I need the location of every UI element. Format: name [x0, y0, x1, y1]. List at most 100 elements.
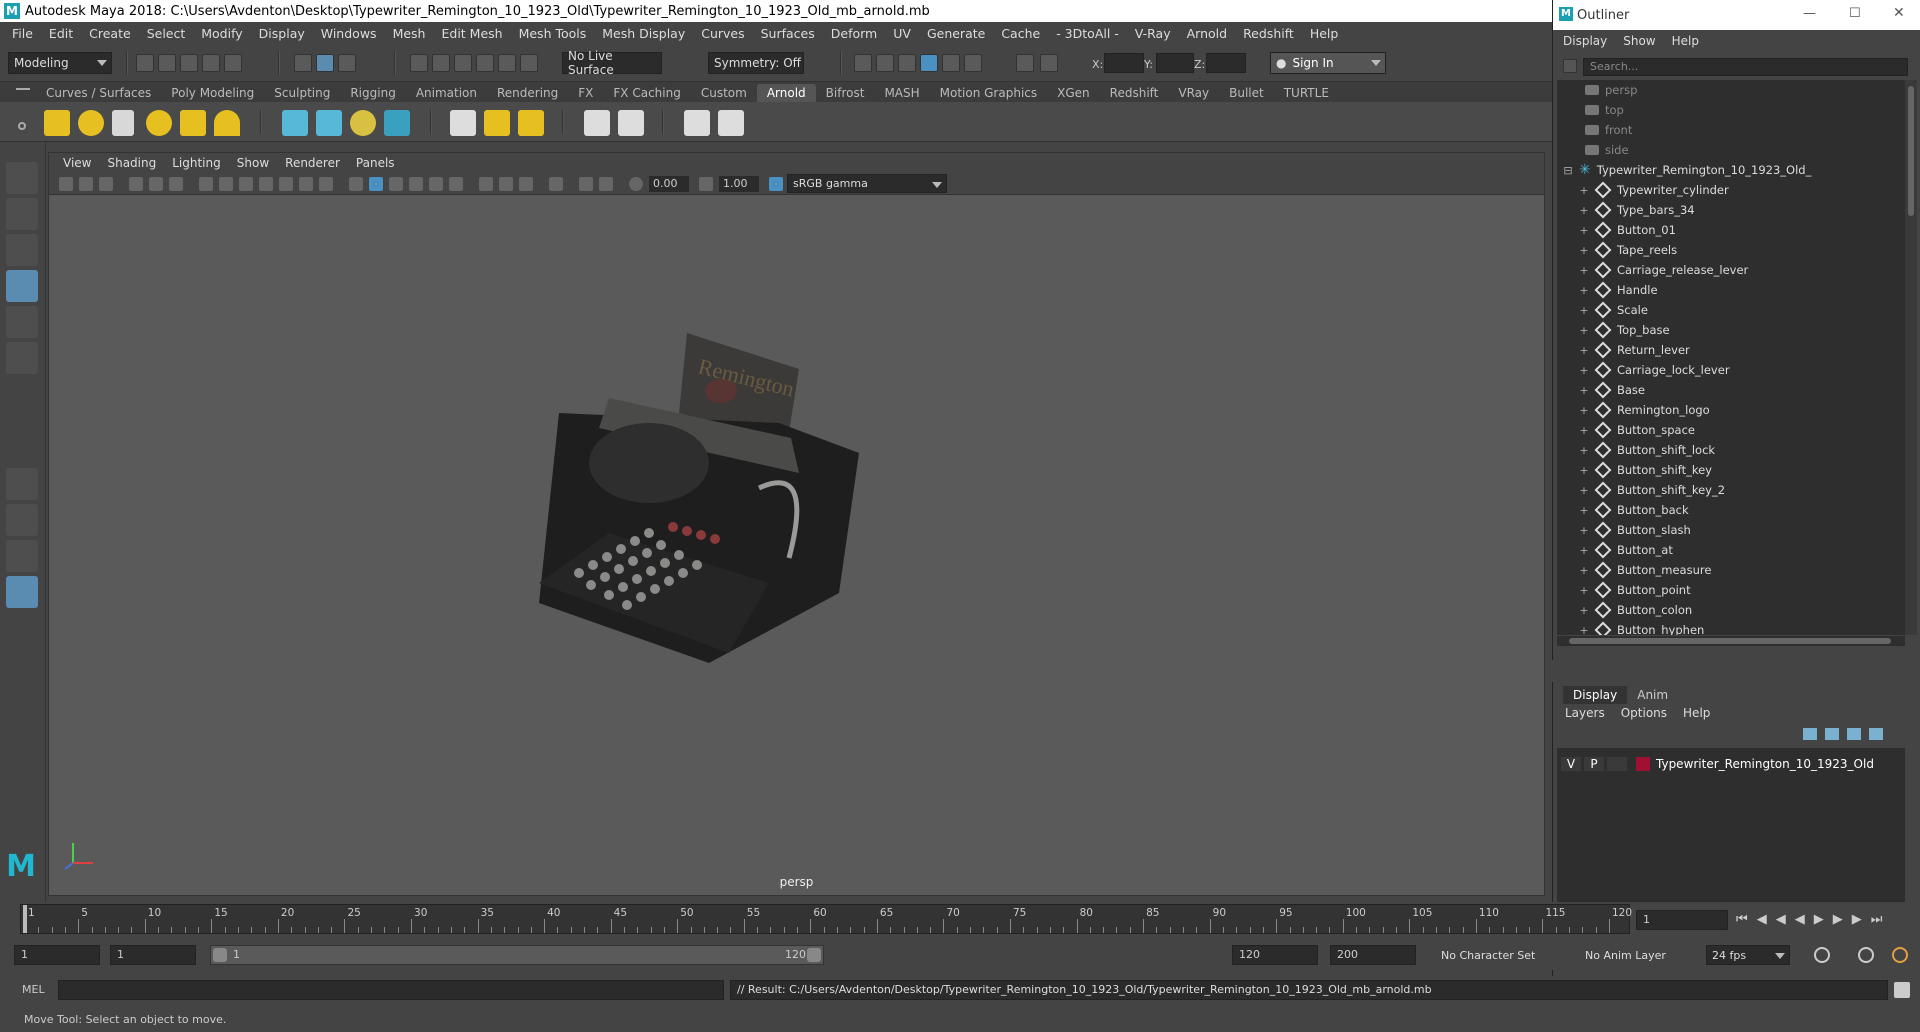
move-tool-icon[interactable]: [6, 270, 38, 302]
loop-icon[interactable]: [1814, 947, 1830, 963]
new-layer-icon[interactable]: [1847, 728, 1861, 740]
unflip-icon[interactable]: [518, 110, 544, 136]
sign-in-button[interactable]: ● Sign In: [1270, 52, 1386, 74]
outliner-vscrollbar[interactable]: [1905, 80, 1917, 635]
menu-create[interactable]: Create: [81, 26, 139, 41]
viewport-menu-show[interactable]: Show: [229, 156, 277, 170]
menu-windows[interactable]: Windows: [313, 26, 385, 41]
render-shelf-icon[interactable]: [718, 110, 744, 136]
outliner-item-button-shift-key[interactable]: + Button_shift_key: [1557, 460, 1905, 480]
physical-sky-icon[interactable]: [214, 110, 240, 136]
expand-icon[interactable]: +: [1579, 304, 1589, 317]
time-slider[interactable]: 1 5 10 15 20 25 30 35 40 45 50 55 60 65 70 75 80 85 90 95 10…: [0, 902, 1920, 940]
shelf-tab-rigging[interactable]: Rigging: [340, 84, 405, 102]
curve-collector-icon[interactable]: [350, 110, 376, 136]
shelf-tab-motion-graphics[interactable]: Motion Graphics: [930, 84, 1048, 102]
menu-deform[interactable]: Deform: [823, 26, 885, 41]
render-view-icon[interactable]: [854, 54, 872, 72]
step-back-frame-icon[interactable]: ◀: [1757, 912, 1767, 927]
spot-light-icon[interactable]: [112, 110, 134, 136]
shelf-tab-sculpting[interactable]: Sculpting: [264, 84, 340, 102]
scene-start-field[interactable]: 1: [14, 945, 100, 965]
play-backward-icon[interactable]: ◀: [1795, 912, 1805, 927]
gamma-icon[interactable]: [699, 177, 713, 191]
outliner-menu-show[interactable]: Show: [1623, 34, 1655, 48]
menu-mesh-tools[interactable]: Mesh Tools: [511, 26, 595, 41]
menu-mesh-display[interactable]: Mesh Display: [594, 26, 693, 41]
expand-icon[interactable]: +: [1579, 604, 1589, 617]
new-layer-selected-icon[interactable]: [1869, 728, 1883, 740]
shelf-tab-redshift[interactable]: Redshift: [1100, 84, 1169, 102]
outliner-item-group[interactable]: ⊟ ✳ Typewriter_Remington_10_1923_Old_: [1557, 160, 1905, 180]
time-ruler[interactable]: 1 5 10 15 20 25 30 35 40 45 50 55 60 65 70 75 80 85 90 95 10…: [20, 904, 1632, 934]
select-object-icon[interactable]: [316, 54, 334, 72]
outliner-item-button-shift-key-2[interactable]: + Button_shift_key_2: [1557, 480, 1905, 500]
gamma-field[interactable]: 1.00: [719, 176, 759, 192]
snap-grid-icon[interactable]: [410, 54, 428, 72]
menu-edit-mesh[interactable]: Edit Mesh: [433, 26, 510, 41]
menu-cache[interactable]: Cache: [993, 26, 1048, 41]
shelf-tab-custom[interactable]: Custom: [691, 84, 757, 102]
expand-icon[interactable]: +: [1579, 464, 1589, 477]
shelf-tab-rendering[interactable]: Rendering: [487, 84, 568, 102]
film-gate-icon[interactable]: [219, 177, 233, 191]
maximize-icon[interactable]: ☐: [1849, 6, 1861, 21]
outliner-item-button-measure[interactable]: + Button_measure: [1557, 560, 1905, 580]
shelf-tab-turtle[interactable]: TURTLE: [1274, 84, 1339, 102]
outliner-item-front[interactable]: front: [1557, 120, 1905, 140]
shelf-settings-icon[interactable]: [18, 122, 26, 130]
outliner-item-return-lever[interactable]: + Return_lever: [1557, 340, 1905, 360]
select-hierarchy-icon[interactable]: [294, 54, 312, 72]
shelf-menu-icon[interactable]: [16, 88, 30, 90]
hypershade-icon[interactable]: [964, 54, 982, 72]
shelf-tab-curves-surfaces[interactable]: Curves / Surfaces: [36, 84, 161, 102]
expand-icon[interactable]: +: [1579, 504, 1589, 517]
menu-redshift[interactable]: Redshift: [1235, 26, 1302, 41]
step-forward-key-icon[interactable]: ▶: [1833, 912, 1843, 927]
anti-aliasing-icon[interactable]: [519, 177, 533, 191]
outliner-item-button-slash[interactable]: + Button_slash: [1557, 520, 1905, 540]
flip-icon[interactable]: [484, 110, 510, 136]
shelf-tab-mash[interactable]: MASH: [874, 84, 929, 102]
shelf-tab-fx[interactable]: FX: [568, 84, 603, 102]
menu-display[interactable]: Display: [251, 26, 313, 41]
transform-mode-icon[interactable]: [1040, 54, 1058, 72]
xray-icon[interactable]: [579, 177, 593, 191]
menu-select[interactable]: Select: [139, 26, 194, 41]
outliner-search-input[interactable]: Search...: [1583, 58, 1908, 76]
menu-v-ray[interactable]: V-Ray: [1127, 26, 1179, 41]
rotate-tool-icon[interactable]: [6, 306, 38, 338]
outliner-item-carriage-lock-lever[interactable]: + Carriage_lock_lever: [1557, 360, 1905, 380]
area-light-icon[interactable]: [44, 110, 70, 136]
minimize-icon[interactable]: —: [1803, 6, 1816, 21]
anim-layer-dropdown[interactable]: No Anim Layer: [1580, 945, 1686, 965]
save-scene-icon[interactable]: [180, 54, 198, 72]
live-surface-field[interactable]: No Live Surface: [562, 49, 662, 77]
expand-icon[interactable]: +: [1579, 204, 1589, 217]
four-view-icon[interactable]: [6, 504, 38, 536]
standin-export-icon[interactable]: [316, 110, 342, 136]
render-settings-icon[interactable]: [942, 54, 960, 72]
playback-start-field[interactable]: 1: [110, 945, 196, 965]
layer-display-type-toggle[interactable]: [1607, 757, 1627, 771]
use-all-lights-icon[interactable]: [429, 177, 443, 191]
collapse-icon[interactable]: ⊟: [1563, 164, 1573, 177]
shadows-icon[interactable]: [449, 177, 463, 191]
x-field[interactable]: [1104, 53, 1144, 73]
safe-title-icon[interactable]: [319, 177, 333, 191]
outliner-filter-icon[interactable]: [1563, 59, 1577, 73]
expand-icon[interactable]: +: [1579, 484, 1589, 497]
bookmark-icon[interactable]: [99, 177, 113, 191]
paint-select-icon[interactable]: [6, 234, 38, 266]
standin-create-icon[interactable]: [282, 110, 308, 136]
grid-icon[interactable]: [199, 177, 213, 191]
wireframe-on-shaded-icon[interactable]: [389, 177, 403, 191]
menu-uv[interactable]: UV: [885, 26, 919, 41]
shelf-tab-xgen[interactable]: XGen: [1047, 84, 1100, 102]
outliner-item-button-colon[interactable]: + Button_colon: [1557, 600, 1905, 620]
layer-color-swatch[interactable]: [1636, 757, 1650, 771]
script-editor-icon[interactable]: [1894, 982, 1910, 998]
field-chart-icon[interactable]: [279, 177, 293, 191]
menu-set-dropdown[interactable]: Modeling: [8, 52, 112, 74]
expand-icon[interactable]: +: [1579, 584, 1589, 597]
